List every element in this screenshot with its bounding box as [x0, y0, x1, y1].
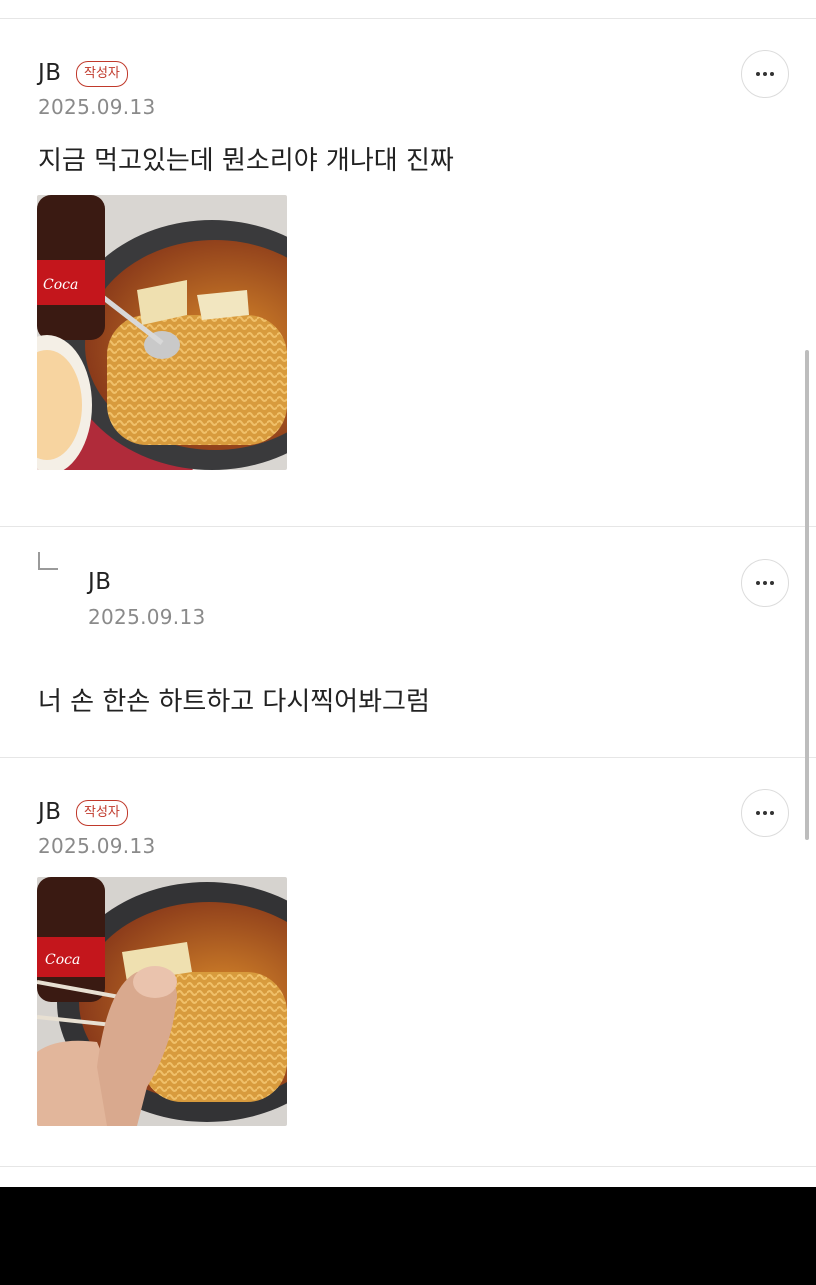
ramen-finger-heart-photo[interactable]: Coca: [37, 877, 287, 1126]
comment-text: 너 손 한손 하트하고 다시찍어봐그럼: [38, 687, 430, 717]
comment-divider: [0, 526, 816, 527]
more-options-button[interactable]: [741, 50, 789, 98]
author-badge: 작성자: [76, 61, 128, 87]
comment-divider: [0, 757, 816, 758]
ramen-with-cola-photo[interactable]: Coca: [37, 195, 287, 470]
bottom-black-bar: [0, 1187, 816, 1285]
top-divider: [0, 18, 816, 19]
comment-author[interactable]: JB: [38, 799, 62, 825]
comment-date: 2025.09.13: [88, 605, 206, 629]
author-badge: 작성자: [76, 800, 128, 826]
more-options-button[interactable]: [741, 559, 789, 607]
svg-text:Coca: Coca: [43, 277, 78, 293]
bottom-divider: [0, 1166, 816, 1167]
more-horizontal-icon: [755, 811, 776, 815]
more-horizontal-icon: [755, 581, 776, 585]
comment-date: 2025.09.13: [38, 834, 156, 858]
comment-author[interactable]: JB: [88, 569, 112, 595]
comment-text: 지금 먹고있는데 뭔소리야 개나대 진짜: [38, 146, 454, 176]
svg-text:Coca: Coca: [45, 952, 80, 968]
comment-date: 2025.09.13: [38, 95, 156, 119]
scrollbar[interactable]: [805, 350, 809, 840]
more-options-button[interactable]: [741, 789, 789, 837]
more-horizontal-icon: [755, 72, 776, 76]
reply-arrow-icon: [38, 552, 58, 570]
comment-author[interactable]: JB: [38, 60, 62, 86]
